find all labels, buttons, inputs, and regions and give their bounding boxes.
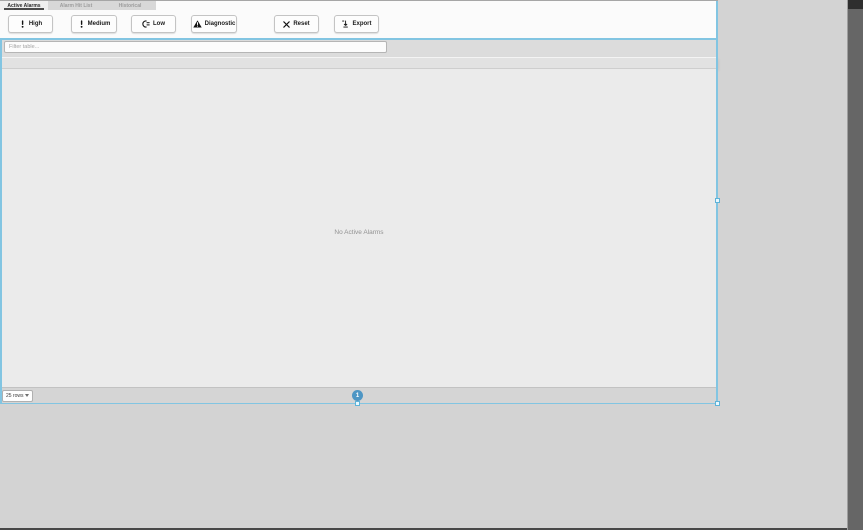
button-label: Export bbox=[352, 21, 371, 27]
filter-table-input[interactable] bbox=[4, 41, 387, 53]
button-label: Diagnostic bbox=[205, 21, 236, 27]
selection-border-right bbox=[716, 1, 718, 404]
low-priority-icon bbox=[142, 20, 150, 28]
selection-border-top bbox=[0, 38, 718, 40]
tab-label: Alarm Hit List bbox=[60, 3, 93, 9]
medium-priority-filter-button[interactable]: Medium bbox=[71, 15, 117, 33]
x-icon bbox=[283, 21, 290, 28]
exclamation-icon bbox=[19, 20, 26, 28]
caret-down-icon bbox=[25, 394, 29, 397]
pagination-page-button[interactable]: 1 bbox=[352, 390, 363, 401]
button-label: Reset bbox=[293, 21, 309, 27]
diagnostic-filter-button[interactable]: Diagnostic bbox=[191, 15, 237, 33]
designer-canvas: Active Alarms Alarm Hit List Historical … bbox=[0, 0, 863, 530]
export-arrow-icon bbox=[341, 20, 349, 28]
tab-alarm-hit-list[interactable]: Alarm Hit List bbox=[48, 1, 104, 10]
button-label: Medium bbox=[88, 21, 111, 27]
selection-handle-bottom-middle[interactable] bbox=[355, 401, 360, 406]
tab-active-alarms[interactable]: Active Alarms bbox=[0, 1, 48, 10]
table-filter-bar bbox=[0, 38, 718, 57]
table-body: No Active Alarms bbox=[0, 69, 718, 387]
alarm-toolbar: High Medium Low bbox=[0, 10, 718, 38]
low-priority-filter-button[interactable]: Low bbox=[131, 15, 176, 33]
empty-table-message: No Active Alarms bbox=[0, 229, 718, 236]
canvas-vertical-scrollbar[interactable] bbox=[847, 0, 863, 530]
reset-button[interactable]: Reset bbox=[274, 15, 319, 33]
selection-handle-bottom-right[interactable] bbox=[715, 401, 720, 406]
alarm-tabs: Active Alarms Alarm Hit List Historical bbox=[0, 1, 718, 10]
table-header-row bbox=[0, 57, 718, 69]
tab-label: Active Alarms bbox=[7, 3, 40, 9]
button-label: High bbox=[29, 21, 42, 27]
rows-per-page-select[interactable]: 25 rows bbox=[2, 390, 33, 402]
selection-handle-right-middle[interactable] bbox=[715, 198, 720, 203]
scrollbar-thumb[interactable] bbox=[848, 0, 863, 9]
rows-per-page-value: 25 rows bbox=[6, 393, 24, 399]
high-priority-filter-button[interactable]: High bbox=[8, 15, 53, 33]
tab-label: Historical bbox=[119, 3, 142, 9]
export-button[interactable]: Export bbox=[334, 15, 379, 33]
exclamation-icon bbox=[78, 20, 85, 28]
button-label: Low bbox=[153, 21, 165, 27]
warning-triangle-icon bbox=[193, 20, 202, 28]
selection-border-left bbox=[0, 38, 2, 404]
tab-historical[interactable]: Historical bbox=[104, 1, 156, 10]
alarm-status-table[interactable]: Active Alarms Alarm Hit List Historical … bbox=[0, 0, 718, 403]
